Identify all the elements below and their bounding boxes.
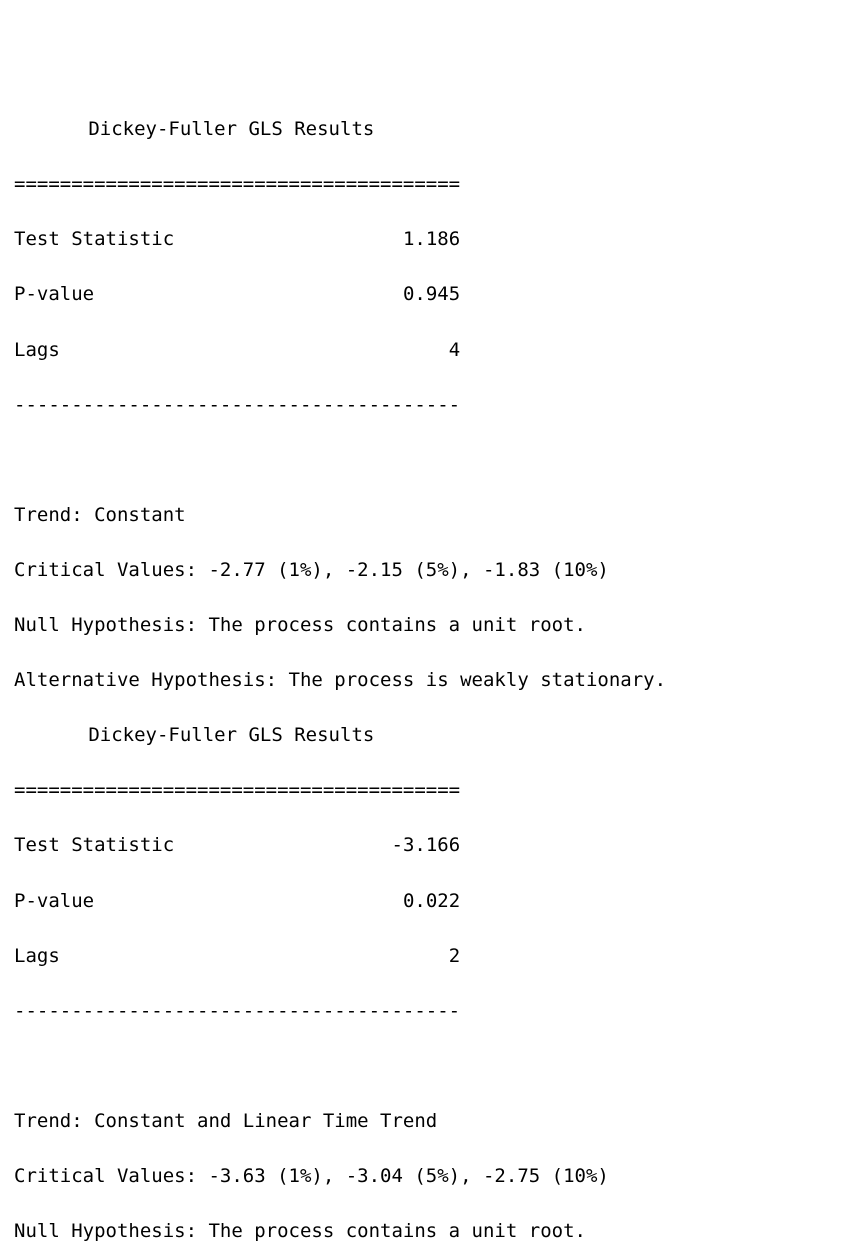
result1-alt-hypothesis: Alternative Hypothesis: The process is w… <box>14 667 832 695</box>
result1-row-stat: Test Statistic 1.186 <box>14 226 832 254</box>
spacer <box>174 228 403 250</box>
result1-trend: Trend: Constant <box>14 502 832 530</box>
spacer <box>60 339 449 361</box>
spacer <box>174 834 391 856</box>
result2-stat-label: Test Statistic <box>14 834 174 856</box>
result2-title: Dickey-Fuller GLS Results <box>14 722 832 750</box>
spacer <box>94 283 403 305</box>
spacer <box>94 890 403 912</box>
result2-sep-dash: --------------------------------------- <box>14 998 832 1026</box>
result1-lags-value: 4 <box>449 339 460 361</box>
spacer <box>60 945 449 967</box>
result1-crit: Critical Values: -2.77 (1%), -2.15 (5%),… <box>14 557 832 585</box>
blank-line <box>14 1053 832 1081</box>
result1-row-pval: P-value 0.945 <box>14 281 832 309</box>
result1-title: Dickey-Fuller GLS Results <box>14 116 832 144</box>
result2-lags-label: Lags <box>14 945 60 967</box>
result2-pval-value: 0.022 <box>403 890 460 912</box>
result2-null-hypothesis: Null Hypothesis: The process contains a … <box>14 1218 832 1246</box>
result2-row-lags: Lags 2 <box>14 943 832 971</box>
result1-pval-value: 0.945 <box>403 283 460 305</box>
result2-row-pval: P-value 0.022 <box>14 888 832 916</box>
result2-stat-value: -3.166 <box>392 834 461 856</box>
result1-row-lags: Lags 4 <box>14 337 832 365</box>
result1-sep-eq: ======================================= <box>14 171 832 199</box>
result2-sep-eq: ======================================= <box>14 777 832 805</box>
result2-pval-label: P-value <box>14 890 94 912</box>
blank-line <box>14 447 832 475</box>
result2-trend: Trend: Constant and Linear Time Trend <box>14 1108 832 1136</box>
result1-stat-label: Test Statistic <box>14 228 174 250</box>
result1-lags-label: Lags <box>14 339 60 361</box>
result1-pval-label: P-value <box>14 283 94 305</box>
result1-sep-dash: --------------------------------------- <box>14 392 832 420</box>
result2-crit: Critical Values: -3.63 (1%), -3.04 (5%),… <box>14 1163 832 1191</box>
result2-lags-value: 2 <box>449 945 460 967</box>
result2-row-stat: Test Statistic -3.166 <box>14 832 832 860</box>
result1-stat-value: 1.186 <box>403 228 460 250</box>
